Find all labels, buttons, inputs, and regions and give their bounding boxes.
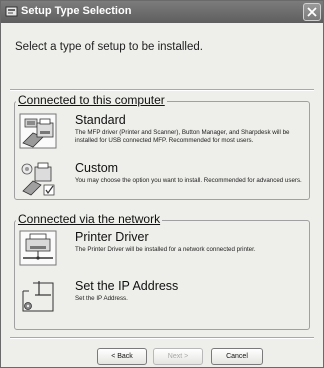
group-title-connected-computer: Connected to this computer	[16, 93, 167, 107]
standard-install-icon[interactable]	[19, 113, 57, 149]
title-bar[interactable]: Setup Type Selection	[1, 1, 323, 23]
setup-type-window: Setup Type Selection Select a type of se…	[0, 0, 324, 368]
custom-install-icon[interactable]	[19, 161, 57, 197]
instruction-text: Select a type of setup to be installed.	[15, 41, 203, 53]
option-set-ip-address[interactable]: Set the IP Address Set the IP Address.	[19, 279, 305, 319]
option-printer-driver[interactable]: Printer Driver The Printer Driver will b…	[19, 230, 305, 270]
option-desc-custom: You may choose the option you want to in…	[75, 177, 302, 184]
option-title-printer-driver: Printer Driver	[75, 230, 149, 244]
option-desc-standard: The MFP driver (Printer and Scanner), Bu…	[75, 129, 290, 144]
cancel-button[interactable]: Cancel	[211, 348, 263, 365]
option-desc-set-ip-address: Set the IP Address.	[75, 295, 128, 302]
group-title-connected-network: Connected via the network	[16, 212, 163, 226]
network-printer-icon[interactable]	[19, 230, 57, 266]
option-title-custom: Custom	[75, 161, 119, 175]
close-icon	[307, 7, 317, 17]
option-desc-printer-driver: The Printer Driver will be installed for…	[75, 246, 256, 253]
option-title-standard: Standard	[75, 113, 126, 127]
setup-icon	[5, 6, 18, 17]
option-standard[interactable]: Standard The MFP driver (Printer and Sca…	[19, 113, 305, 153]
close-button[interactable]	[303, 3, 321, 21]
bottom-divider	[10, 337, 314, 339]
option-custom[interactable]: Custom You may choose the option you wan…	[19, 161, 305, 201]
option-title-set-ip-address: Set the IP Address	[75, 279, 179, 293]
next-button[interactable]: Next >	[153, 348, 203, 365]
ip-address-icon[interactable]	[19, 279, 57, 315]
back-button[interactable]: < Back	[97, 348, 147, 365]
top-divider	[10, 89, 314, 91]
window-title: Setup Type Selection	[21, 5, 132, 17]
